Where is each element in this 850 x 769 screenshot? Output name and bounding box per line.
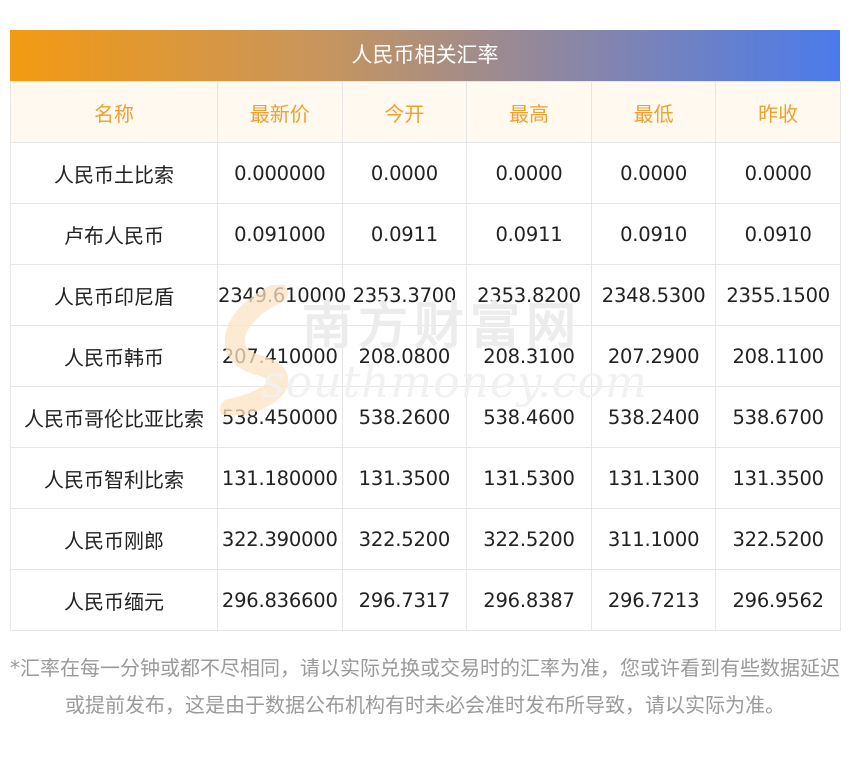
latest-price: 207.410000 bbox=[217, 325, 343, 387]
latest-price: 538.450000 bbox=[217, 386, 343, 448]
open-price: 131.3500 bbox=[341, 447, 468, 509]
low-price: 311.1000 bbox=[590, 508, 717, 570]
open-price: 322.5200 bbox=[341, 508, 468, 570]
high-price: 0.0911 bbox=[466, 203, 592, 265]
prev-close-price: 322.5200 bbox=[715, 508, 841, 570]
header-name: 名称 bbox=[10, 81, 218, 143]
header-low: 最低 bbox=[590, 81, 717, 143]
latest-price: 131.180000 bbox=[217, 447, 343, 509]
currency-name: 人民币刚郎 bbox=[10, 508, 218, 570]
high-price: 322.5200 bbox=[466, 508, 592, 570]
header-high: 最高 bbox=[466, 81, 592, 143]
low-price: 538.2400 bbox=[590, 386, 717, 448]
header-latest: 最新价 bbox=[217, 81, 343, 143]
prev-close-price: 0.0910 bbox=[715, 203, 841, 265]
open-price: 0.0911 bbox=[341, 203, 468, 265]
low-price: 131.1300 bbox=[590, 447, 717, 509]
header-prev-close: 昨收 bbox=[715, 81, 841, 143]
low-price: 2348.5300 bbox=[590, 264, 717, 326]
currency-name: 卢布人民币 bbox=[10, 203, 218, 265]
prev-close-price: 0.0000 bbox=[715, 142, 841, 204]
high-price: 538.4600 bbox=[466, 386, 592, 448]
table-row: 人民币哥伦比亚比索 538.450000 538.2600 538.4600 5… bbox=[10, 386, 841, 448]
prev-close-price: 538.6700 bbox=[715, 386, 841, 448]
currency-name: 人民币缅元 bbox=[10, 569, 218, 631]
low-price: 0.0910 bbox=[590, 203, 717, 265]
high-price: 0.0000 bbox=[466, 142, 592, 204]
table-title-banner: 人民币相关汇率 bbox=[10, 30, 840, 81]
disclaimer-note: *汇率在每一分钟或都不尽相同，请以实际兑换或交易时的汇率为准，您或许看到有些数据… bbox=[10, 656, 840, 717]
table-header-row: 名称 最新价 今开 最高 最低 昨收 bbox=[10, 81, 841, 143]
table-row: 人民币智利比索 131.180000 131.3500 131.5300 131… bbox=[10, 447, 841, 509]
open-price: 296.7317 bbox=[341, 569, 468, 631]
open-price: 2353.3700 bbox=[341, 264, 468, 326]
currency-name: 人民币土比索 bbox=[10, 142, 218, 204]
high-price: 296.8387 bbox=[466, 569, 592, 631]
high-price: 131.5300 bbox=[466, 447, 592, 509]
table-row: 人民币刚郎 322.390000 322.5200 322.5200 311.1… bbox=[10, 508, 841, 570]
table-row: 人民币印尼盾 2349.610000 2353.3700 2353.8200 2… bbox=[10, 264, 841, 326]
latest-price: 2349.610000 bbox=[217, 264, 346, 326]
latest-price: 0.091000 bbox=[217, 203, 343, 265]
low-price: 207.2900 bbox=[590, 325, 717, 387]
header-open: 今开 bbox=[341, 81, 468, 143]
open-price: 0.0000 bbox=[341, 142, 468, 204]
prev-close-price: 2355.1500 bbox=[715, 264, 841, 326]
prev-close-price: 131.3500 bbox=[715, 447, 841, 509]
prev-close-price: 208.1100 bbox=[715, 325, 841, 387]
currency-name: 人民币智利比索 bbox=[10, 447, 218, 509]
table-row: 人民币韩币 207.410000 208.0800 208.3100 207.2… bbox=[10, 325, 841, 387]
latest-price: 0.000000 bbox=[217, 142, 343, 204]
open-price: 208.0800 bbox=[341, 325, 468, 387]
currency-name: 人民币韩币 bbox=[10, 325, 218, 387]
high-price: 208.3100 bbox=[466, 325, 592, 387]
currency-name: 人民币印尼盾 bbox=[10, 264, 218, 326]
prev-close-price: 296.9562 bbox=[715, 569, 841, 631]
table-row: 人民币缅元 296.836600 296.7317 296.8387 296.7… bbox=[10, 569, 841, 631]
low-price: 0.0000 bbox=[590, 142, 717, 204]
exchange-rate-table: 名称 最新价 今开 最高 最低 昨收 人民币土比索 0.000000 0.000… bbox=[10, 81, 841, 631]
high-price: 2353.8200 bbox=[466, 264, 592, 326]
latest-price: 296.836600 bbox=[217, 569, 343, 631]
table-row: 卢布人民币 0.091000 0.0911 0.0911 0.0910 0.09… bbox=[10, 203, 841, 265]
table-row: 人民币土比索 0.000000 0.0000 0.0000 0.0000 0.0… bbox=[10, 142, 841, 204]
open-price: 538.2600 bbox=[341, 386, 468, 448]
latest-price: 322.390000 bbox=[217, 508, 343, 570]
low-price: 296.7213 bbox=[590, 569, 717, 631]
currency-name: 人民币哥伦比亚比索 bbox=[10, 386, 218, 448]
